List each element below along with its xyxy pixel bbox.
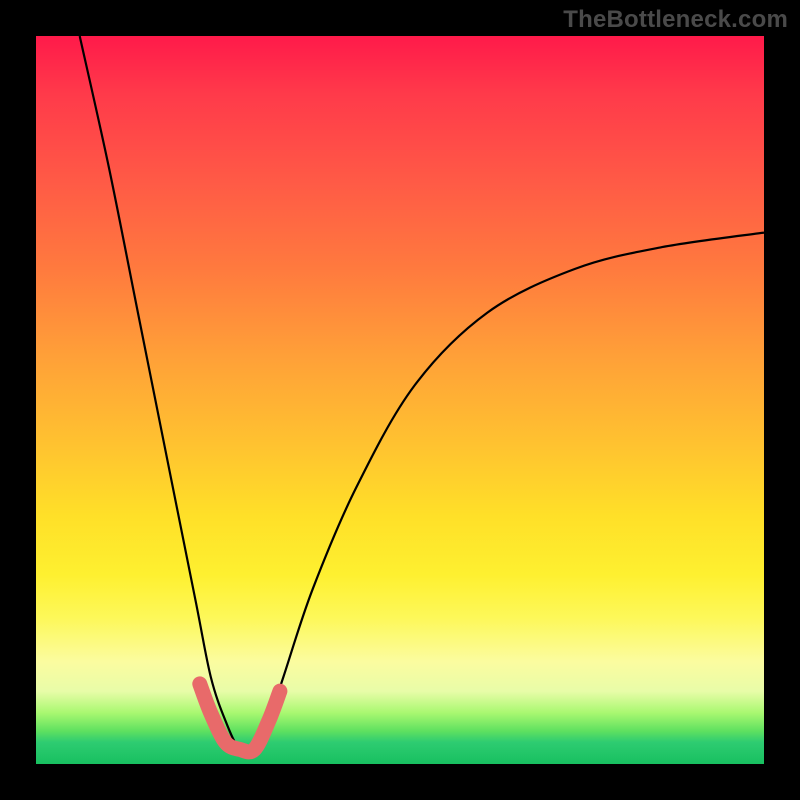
chart-frame: TheBottleneck.com — [0, 0, 800, 800]
curve-layer — [36, 36, 764, 764]
watermark-text: TheBottleneck.com — [563, 6, 788, 34]
bottleneck-curve-path — [80, 36, 764, 753]
bottleneck-highlight-path — [200, 684, 280, 752]
plot-area — [36, 36, 764, 764]
